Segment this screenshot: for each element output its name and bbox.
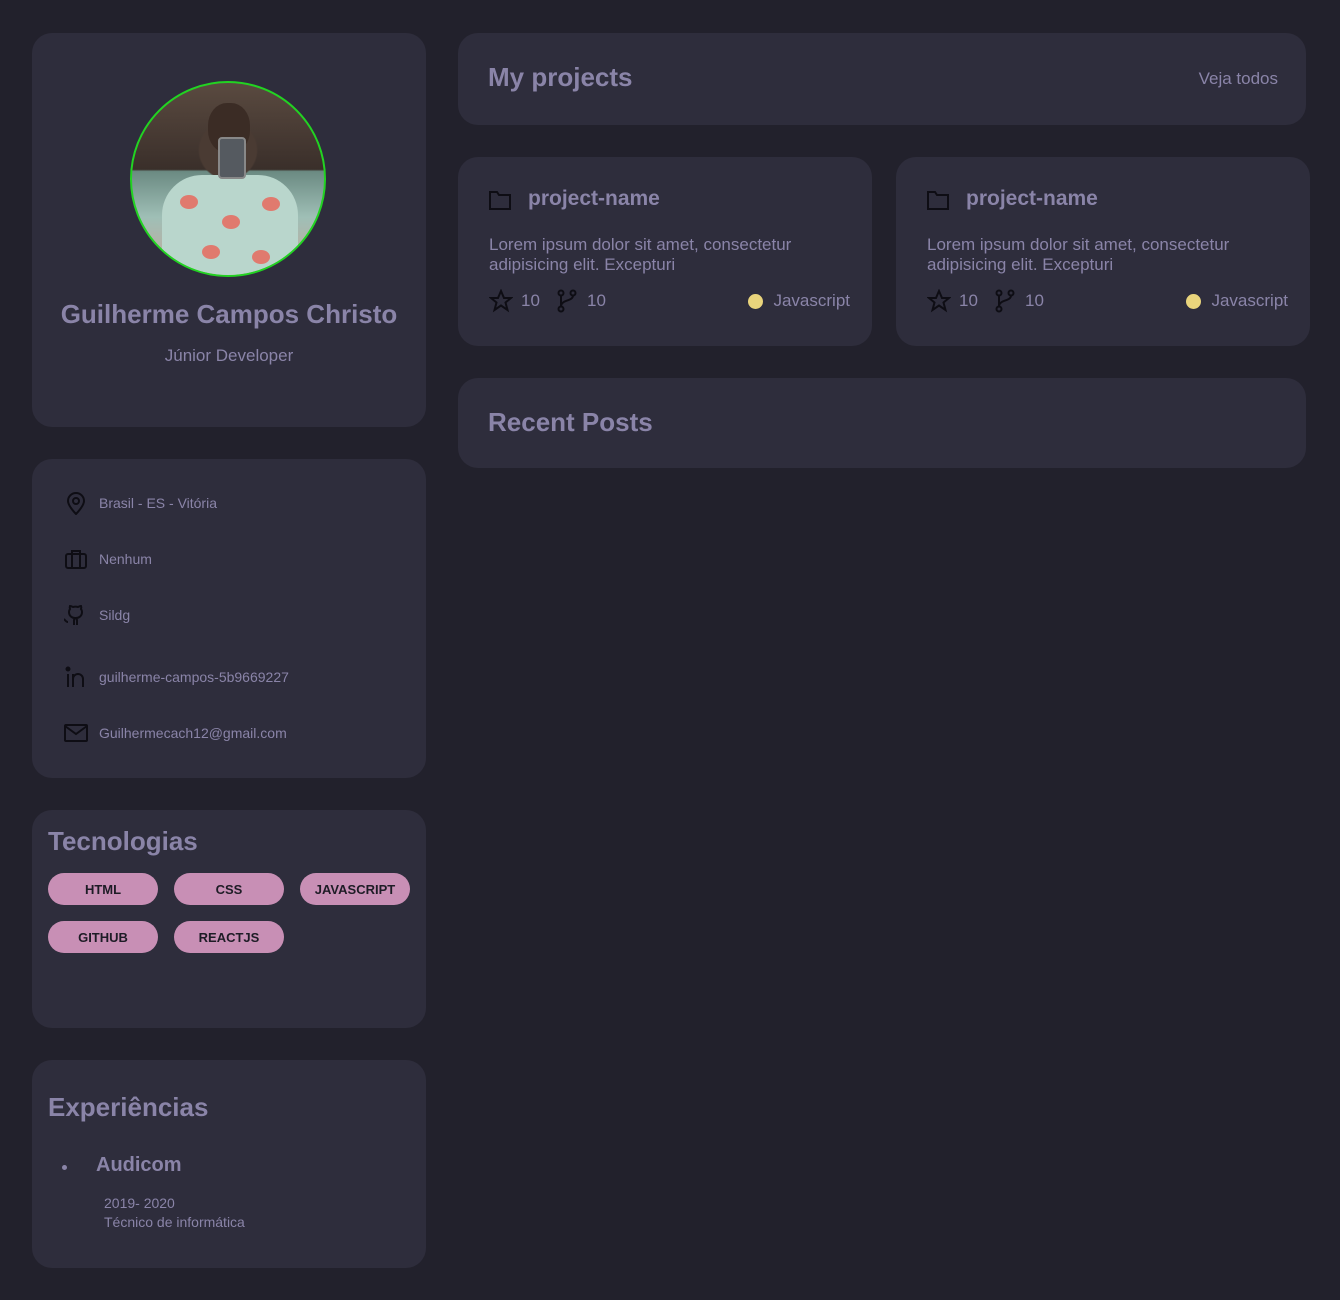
linkedin-icon [64, 665, 88, 689]
avatar [130, 81, 326, 277]
project-card[interactable]: project-name Lorem ipsum dolor sit amet,… [896, 157, 1310, 346]
projects-header: My projects Veja todos [458, 33, 1306, 125]
info-github[interactable]: Sildg [64, 603, 130, 627]
language-text: Javascript [1211, 291, 1288, 310]
experience-title: Experiências [48, 1092, 209, 1122]
star-icon [927, 289, 951, 313]
project-card[interactable]: project-name Lorem ipsum dolor sit amet,… [458, 157, 872, 346]
recent-posts-title: Recent Posts [488, 407, 653, 437]
project-forks: 10 [993, 289, 1044, 313]
project-name[interactable]: project-name [966, 187, 1098, 211]
project-name[interactable]: project-name [528, 187, 660, 211]
project-stars: 10 [489, 289, 540, 313]
tech-chip-javascript[interactable]: JAVASCRIPT [300, 873, 410, 905]
info-company: Nenhum [64, 547, 152, 571]
profile-role: Júnior Developer [164, 346, 294, 365]
tech-chip-css[interactable]: CSS [174, 873, 284, 905]
forks-count: 10 [587, 291, 606, 310]
avatar-shirt [162, 175, 298, 275]
forks-count: 10 [1025, 291, 1044, 310]
folder-icon [489, 191, 511, 210]
project-language: Javascript [748, 291, 850, 311]
language-dot [1186, 293, 1202, 309]
project-stars: 10 [927, 289, 978, 313]
info-location: Brasil - ES - Vitória [64, 491, 217, 515]
tech-title: Tecnologias [48, 826, 198, 856]
stars-count: 10 [521, 291, 540, 310]
profile-name: Guilherme Campos Christo [60, 299, 398, 329]
job-company: Audicom [96, 1154, 182, 1176]
email-text[interactable]: Guilhermecach12@gmail.com [99, 725, 287, 741]
fork-icon [995, 289, 1015, 313]
star-icon [489, 289, 513, 313]
tech-chip-html[interactable]: HTML [48, 873, 158, 905]
info-linkedin[interactable]: guilherme-campos-5b9669227 [64, 665, 289, 689]
recent-posts-card: Recent Posts [458, 378, 1306, 468]
stars-count: 10 [959, 291, 978, 310]
github-text[interactable]: Sildg [99, 607, 130, 623]
project-language: Javascript [1186, 291, 1288, 311]
project-description: Lorem ipsum dolor sit amet, consectetur … [489, 235, 792, 274]
info-email[interactable]: Guilhermecach12@gmail.com [64, 721, 287, 745]
project-forks: 10 [555, 289, 606, 313]
fork-icon [557, 289, 577, 313]
linkedin-text[interactable]: guilherme-campos-5b9669227 [99, 669, 289, 685]
folder-icon [927, 191, 949, 210]
tech-chip-github[interactable]: GITHUB [48, 921, 158, 953]
job-period: 2019- 2020 [104, 1195, 175, 1211]
experience-card: Experiências Audicom 2019- 2020 Técnico … [32, 1060, 426, 1268]
job-role: Técnico de informática [104, 1214, 245, 1230]
briefcase-icon [64, 547, 88, 571]
see-all-link[interactable]: Veja todos [1199, 69, 1278, 89]
projects-title: My projects [488, 62, 633, 92]
location-text: Brasil - ES - Vitória [99, 495, 217, 511]
info-card: Brasil - ES - Vitória Nenhum Sildg guilh… [32, 459, 426, 778]
mail-icon [64, 721, 88, 745]
github-icon [64, 603, 88, 627]
profile-card: Guilherme Campos Christo Júnior Develope… [32, 33, 426, 427]
company-text: Nenhum [99, 551, 152, 567]
avatar-phone [218, 137, 246, 179]
tech-chip-reactjs[interactable]: REACTJS [174, 921, 284, 953]
list-bullet [62, 1165, 67, 1170]
language-text: Javascript [773, 291, 850, 310]
project-description: Lorem ipsum dolor sit amet, consectetur … [927, 235, 1230, 274]
location-pin-icon [64, 491, 88, 515]
language-dot [748, 293, 764, 309]
tech-card: Tecnologias HTML CSS JAVASCRIPT GITHUB R… [32, 810, 426, 1028]
